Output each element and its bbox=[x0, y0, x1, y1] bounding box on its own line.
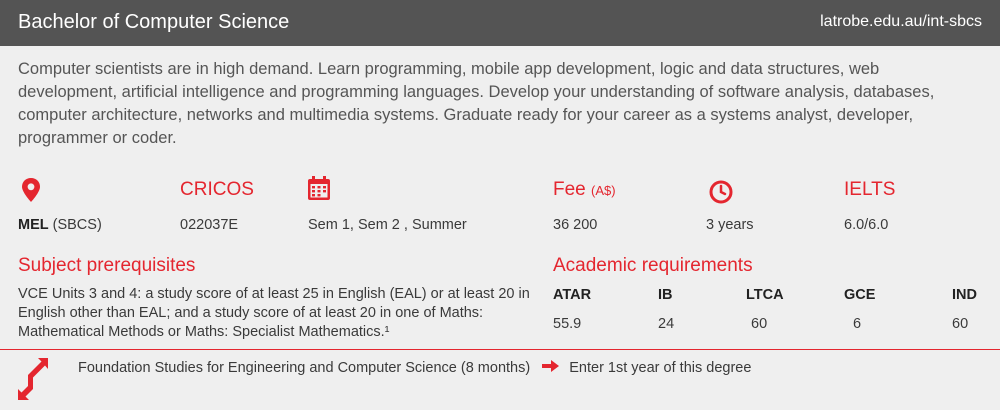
campus-name: MEL bbox=[18, 217, 49, 233]
location-pin-icon bbox=[22, 178, 40, 207]
academic-heading: Academic requirements bbox=[553, 255, 753, 276]
fee-heading: Fee (A$) bbox=[553, 179, 616, 201]
course-title: Bachelor of Computer Science bbox=[18, 11, 290, 33]
pathway-from: Foundation Studies for Engineering and C… bbox=[78, 360, 531, 376]
pathway-arrow-icon bbox=[18, 356, 50, 405]
right-arrow-icon bbox=[542, 360, 560, 376]
academic-column-atar: ATAR bbox=[553, 287, 592, 303]
prerequisites-text: VCE Units 3 and 4: a study score of at l… bbox=[18, 286, 530, 340]
pathway-row: Foundation Studies for Engineering and C… bbox=[78, 360, 751, 376]
academic-value-atar: 55.9 bbox=[553, 316, 582, 332]
clock-icon bbox=[709, 180, 733, 209]
academic-column-gce: GCE bbox=[844, 287, 876, 303]
pathway-to: Enter 1st year of this degree bbox=[569, 360, 752, 376]
course-description: Computer scientists are in high demand. … bbox=[18, 60, 935, 147]
prerequisites-heading: Subject prerequisites bbox=[18, 255, 196, 276]
cricos-heading: CRICOS bbox=[180, 179, 254, 200]
ielts-heading: IELTS bbox=[844, 179, 896, 200]
section-divider bbox=[0, 349, 1000, 350]
academic-column-ind: IND bbox=[952, 287, 977, 303]
duration-value: 3 years bbox=[706, 217, 754, 233]
academic-value-ib: 24 bbox=[658, 316, 675, 332]
intake-value: Sem 1, Sem 2 , Summer bbox=[308, 217, 467, 233]
fee-label: Fee bbox=[553, 179, 586, 200]
campus-code: (SBCS) bbox=[52, 217, 102, 233]
cricos-value: 022037E bbox=[180, 217, 239, 233]
fee-unit: (A$) bbox=[591, 183, 616, 198]
course-header: Bachelor of Computer Science latrobe.edu… bbox=[0, 0, 1000, 46]
fee-value: 36 200 bbox=[553, 217, 598, 233]
academic-column-ltca: LTCA bbox=[746, 287, 784, 303]
academic-column-ib: IB bbox=[658, 287, 673, 303]
academic-value-gce: 6 bbox=[853, 316, 862, 332]
calendar-icon bbox=[308, 176, 330, 205]
academic-value-ind: 60 bbox=[952, 316, 969, 332]
course-url[interactable]: latrobe.edu.au/int-sbcs bbox=[820, 13, 982, 31]
course-card: Bachelor of Computer Science latrobe.edu… bbox=[0, 0, 1000, 410]
ielts-value: 6.0/6.0 bbox=[844, 217, 889, 233]
academic-value-ltca: 60 bbox=[751, 316, 768, 332]
campus-value: MEL (SBCS) bbox=[18, 217, 102, 233]
